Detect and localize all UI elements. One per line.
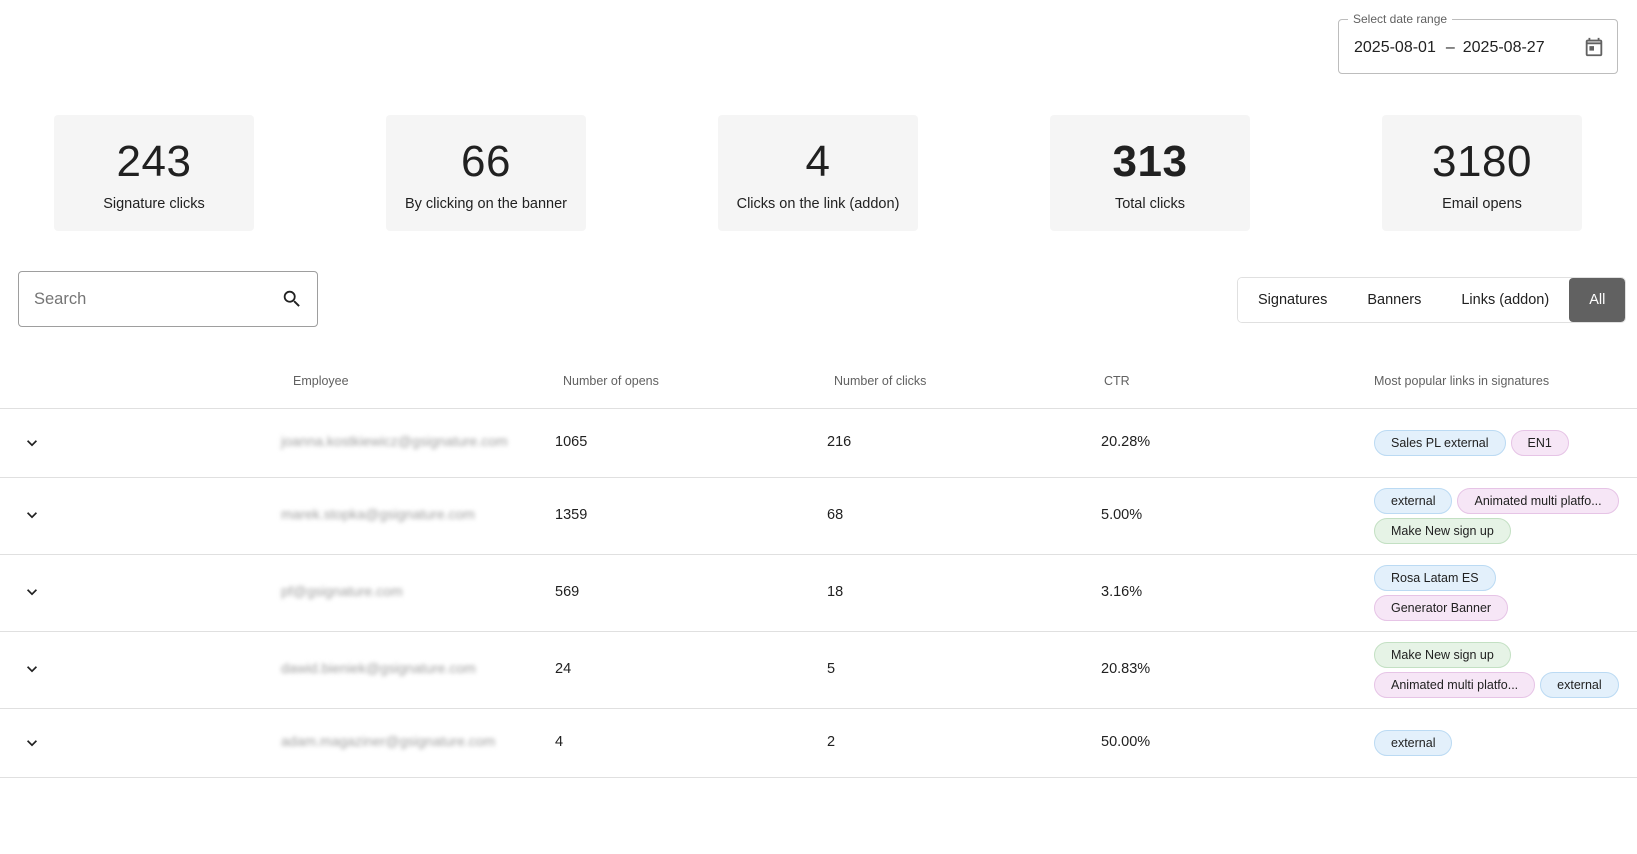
date-range-value[interactable]: 2025-08-01 – 2025-08-27	[1354, 39, 1545, 57]
opens-cell: 1065	[555, 434, 588, 450]
opens-cell: 24	[555, 661, 572, 677]
link-chip-label: Sales PL external	[1391, 436, 1489, 450]
chevron-down-icon[interactable]	[22, 433, 42, 453]
stat-card-signature-clicks: 243 Signature clicks	[54, 115, 254, 231]
stat-card-link-clicks: 4 Clicks on the link (addon)	[718, 115, 918, 231]
filter-signatures-button[interactable]: Signatures	[1238, 278, 1348, 322]
popular-links: external Animated multi platfo... Make N…	[1374, 488, 1634, 544]
popular-links: Sales PL external EN1	[1374, 430, 1634, 456]
stat-value: 313	[1112, 137, 1188, 186]
chevron-down-icon[interactable]	[22, 733, 42, 753]
column-header-popular-links: Most popular links in signatures	[1374, 374, 1550, 388]
start-date[interactable]: 2025-08-01	[1354, 39, 1436, 57]
chevron-down-icon[interactable]	[22, 659, 42, 679]
popular-links: Rosa Latam ES Generator Banner	[1374, 565, 1524, 621]
employee-email: pf@gsignature.com	[281, 583, 403, 599]
link-chip[interactable]: Rosa Latam ES	[1374, 565, 1496, 591]
popular-links: external	[1374, 730, 1634, 756]
stat-card-banner-clicks: 66 By clicking on the banner	[386, 115, 586, 231]
stat-value: 4	[805, 137, 831, 186]
employee-email: dawid.bieniek@gsignature.com	[281, 660, 476, 676]
link-chip[interactable]: external	[1374, 730, 1453, 756]
column-header-ctr[interactable]: CTR	[1104, 374, 1130, 388]
stat-card-email-opens: 3180 Email opens	[1382, 115, 1582, 231]
link-chip-label: external	[1391, 494, 1436, 508]
employee-email: joanna.kostkiewicz@gsignature.com	[281, 433, 508, 449]
column-header-opens[interactable]: Number of opens	[563, 374, 659, 388]
end-date[interactable]: 2025-08-27	[1463, 39, 1545, 57]
table-row[interactable]: marek.stopka@gsignature.com 1359 68 5.00…	[0, 478, 1637, 555]
opens-cell: 1359	[555, 507, 588, 523]
link-chip[interactable]: external	[1374, 488, 1453, 514]
stat-label: By clicking on the banner	[404, 196, 567, 212]
opens-cell: 4	[555, 734, 564, 750]
search-box[interactable]	[18, 271, 318, 327]
ctr-cell: 20.28%	[1101, 434, 1151, 450]
link-chip[interactable]: Animated multi platfo...	[1374, 672, 1536, 698]
date-range-picker[interactable]: Select date range 2025-08-01 – 2025-08-2…	[1338, 12, 1618, 74]
link-chip[interactable]: Generator Banner	[1374, 595, 1509, 621]
table-row[interactable]: adam.magaziner@gsignature.com 4 2 50.00%…	[0, 709, 1637, 778]
table-row[interactable]: joanna.kostkiewicz@gsignature.com 1065 2…	[0, 409, 1637, 478]
link-chip[interactable]: EN1	[1510, 430, 1569, 456]
column-header-employee[interactable]: Employee	[293, 374, 349, 388]
employee-email: marek.stopka@gsignature.com	[281, 506, 475, 522]
link-chip[interactable]: Make New sign up	[1374, 642, 1511, 668]
clicks-cell: 18	[827, 584, 844, 600]
stat-label: Signature clicks	[103, 196, 205, 212]
table-header: Employee Number of opens Number of click…	[0, 362, 1637, 409]
link-chip-label: Make New sign up	[1391, 648, 1494, 662]
table-row[interactable]: pf@gsignature.com 569 18 3.16% Rosa Lata…	[0, 555, 1637, 632]
stat-value: 66	[461, 137, 511, 186]
link-chip-label: Animated multi platfo...	[1391, 678, 1519, 692]
stat-value: 243	[116, 137, 192, 186]
link-chip-label: external	[1391, 736, 1436, 750]
ctr-cell: 5.00%	[1101, 507, 1143, 523]
stat-label: Total clicks	[1114, 196, 1186, 212]
link-chip-label: Animated multi platfo...	[1474, 494, 1602, 508]
link-chip[interactable]: Animated multi platfo...	[1457, 488, 1619, 514]
table-row[interactable]: dawid.bieniek@gsignature.com 24 5 20.83%…	[0, 632, 1637, 709]
employee-email: adam.magaziner@gsignature.com	[281, 733, 496, 749]
ctr-cell: 20.83%	[1101, 661, 1151, 677]
link-chip[interactable]: Make New sign up	[1374, 518, 1511, 544]
ctr-cell: 3.16%	[1101, 584, 1143, 600]
link-chip[interactable]: external	[1540, 672, 1619, 698]
popular-links: Make New sign up Animated multi platfo..…	[1374, 642, 1634, 698]
column-header-clicks[interactable]: Number of clicks	[834, 374, 926, 388]
filter-all-button[interactable]: All	[1569, 278, 1626, 322]
date-range-label: Select date range	[1348, 12, 1453, 26]
date-separator: –	[1445, 39, 1455, 56]
stat-card-total-clicks: 313 Total clicks	[1050, 115, 1250, 231]
filter-toggle-group: Signatures Banners Links (addon) All	[1237, 277, 1627, 323]
search-input[interactable]	[34, 272, 264, 326]
link-chip-label: Make New sign up	[1391, 524, 1494, 538]
calendar-icon[interactable]	[1583, 36, 1605, 58]
clicks-cell: 5	[827, 661, 836, 677]
link-chip-label: EN1	[1527, 436, 1552, 450]
chevron-down-icon[interactable]	[22, 505, 42, 525]
link-chip-label: Rosa Latam ES	[1391, 571, 1479, 585]
search-icon[interactable]	[281, 288, 303, 310]
link-chip-label: external	[1557, 678, 1602, 692]
opens-cell: 569	[555, 584, 580, 600]
stat-value: 3180	[1432, 137, 1532, 186]
clicks-cell: 2	[827, 734, 836, 750]
chevron-down-icon[interactable]	[22, 582, 42, 602]
filter-links-button[interactable]: Links (addon)	[1441, 278, 1570, 322]
filter-banners-button[interactable]: Banners	[1347, 278, 1442, 322]
link-chip[interactable]: Sales PL external	[1374, 430, 1506, 456]
stat-label: Email opens	[1442, 196, 1522, 212]
ctr-cell: 50.00%	[1101, 734, 1151, 750]
clicks-cell: 216	[827, 434, 852, 450]
clicks-cell: 68	[827, 507, 844, 523]
stat-label: Clicks on the link (addon)	[736, 196, 900, 212]
link-chip-label: Generator Banner	[1391, 601, 1492, 615]
